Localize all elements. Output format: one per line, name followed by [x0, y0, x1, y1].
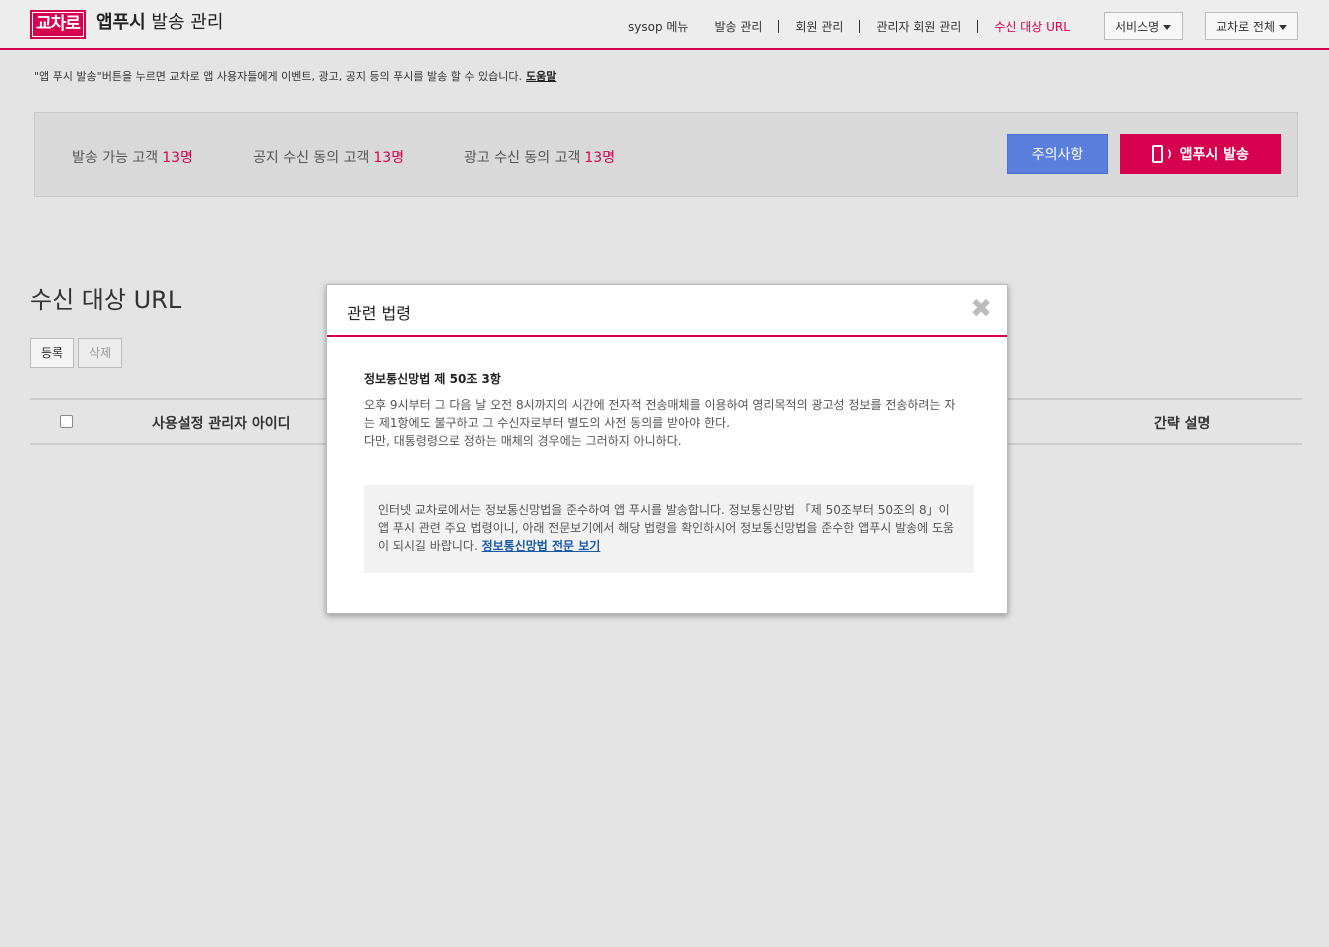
register-button[interactable]: 등록 — [30, 338, 75, 368]
close-icon[interactable]: ✖ — [970, 296, 992, 322]
delete-button[interactable]: 삭제 — [78, 338, 123, 368]
page-title: 수신 대상 URL — [30, 286, 182, 314]
stats-panel: 발송 가능 고객 13명 공지 수신 동의 고객 13명 광고 수신 동의 고객 13… — [34, 112, 1298, 197]
top-header: 교차로 앱푸시 발송 관리 sysop 메뉴 발송 관리 회원 관리 관리자 회… — [0, 0, 1329, 50]
nav-target-url[interactable]: 수신 대상 URL — [994, 18, 1070, 35]
notice-text: "앱 푸시 발송"버튼을 누르면 교차로 앱 사용자들에게 이벤트, 광고, 공… — [34, 70, 522, 83]
app-title-bold: 앱푸시 — [96, 12, 146, 33]
top-nav: sysop 메뉴 발송 관리 회원 관리 관리자 회원 관리 수신 대상 URL — [628, 18, 1070, 35]
law-body-paragraph: 다만, 대통령령으로 정하는 매체의 경우에는 그러하지 아니하다. — [364, 434, 682, 448]
signal-icon: ) — [1167, 148, 1172, 160]
caution-button[interactable]: 주의사항 — [1007, 134, 1108, 174]
help-link[interactable]: 도움말 — [526, 70, 556, 83]
modal-header: 관련 법령 ✖ — [327, 285, 1007, 337]
stat-sendable-value: 13명 — [162, 150, 193, 166]
select-all-checkbox[interactable] — [60, 415, 73, 428]
nav-sysop-menu[interactable]: sysop 메뉴 — [628, 18, 688, 35]
nav-send-manage[interactable]: 발송 관리 — [714, 18, 762, 35]
stat-notice-agree-value: 13명 — [373, 150, 405, 166]
stat-ad-agree-label: 광고 수신 동의 고객 — [464, 150, 581, 166]
nav-member-manage[interactable]: 회원 관리 — [795, 18, 843, 35]
push-send-button[interactable]: ) 앱푸시 발송 — [1120, 134, 1281, 174]
modal-title: 관련 법령 — [347, 304, 411, 323]
app-title-rest: 발송 관리 — [151, 12, 224, 33]
column-description: 간략 설명 — [1154, 416, 1211, 432]
app-title: 앱푸시 발송 관리 — [96, 11, 223, 35]
push-send-label: 앱푸시 발송 — [1179, 147, 1249, 163]
logo[interactable]: 교차로 — [30, 10, 86, 39]
stat-ad-agree-value: 13명 — [584, 150, 616, 166]
law-info-text: 인터넷 교차로에서는 정보통신망법을 준수하여 앱 푸시를 발송합니다. 정보통… — [378, 503, 955, 553]
stat-ad-agree: 광고 수신 동의 고객 13명 — [464, 147, 615, 167]
notice-line: "앱 푸시 발송"버튼을 누르면 교차로 앱 사용자들에게 이벤트, 광고, 공… — [34, 68, 556, 84]
law-body-paragraph: 오후 9시부터 그 다음 날 오전 8시까지의 시간에 전자적 전송매체를 이용… — [364, 398, 956, 430]
law-full-text-link[interactable]: 정보통신망법 전문 보기 — [482, 539, 601, 553]
law-info-box: 인터넷 교차로에서는 정보통신망법을 준수하여 앱 푸시를 발송합니다. 정보통… — [364, 485, 974, 573]
caret-down-icon — [1279, 25, 1288, 30]
nav-divider — [859, 20, 861, 33]
nav-admin-member-manage[interactable]: 관리자 회원 관리 — [876, 18, 961, 35]
caret-down-icon — [1163, 25, 1172, 30]
nav-divider — [977, 20, 979, 33]
law-body: 오후 9시부터 그 다음 날 오전 8시까지의 시간에 전자적 전송매체를 이용… — [364, 396, 964, 450]
stat-notice-agree: 공지 수신 동의 고객 13명 — [253, 147, 404, 167]
stat-sendable-label: 발송 가능 고객 — [72, 150, 159, 166]
stat-sendable: 발송 가능 고객 13명 — [72, 147, 193, 167]
region-dropdown-label: 교차로 전체 — [1216, 20, 1276, 34]
column-admin-id: 사용설정 관리자 아이디 — [152, 416, 291, 432]
law-modal: 관련 법령 ✖ 정보통신망법 제 50조 3항 오후 9시부터 그 다음 날 오… — [326, 284, 1008, 614]
nav-divider — [778, 20, 780, 33]
service-dropdown[interactable]: 서비스명 — [1104, 12, 1183, 40]
phone-icon — [1152, 145, 1164, 163]
stat-notice-agree-label: 공지 수신 동의 고객 — [253, 150, 370, 166]
service-dropdown-label: 서비스명 — [1115, 20, 1160, 34]
law-title: 정보통신망법 제 50조 3항 — [364, 372, 501, 386]
region-dropdown[interactable]: 교차로 전체 — [1205, 12, 1298, 40]
